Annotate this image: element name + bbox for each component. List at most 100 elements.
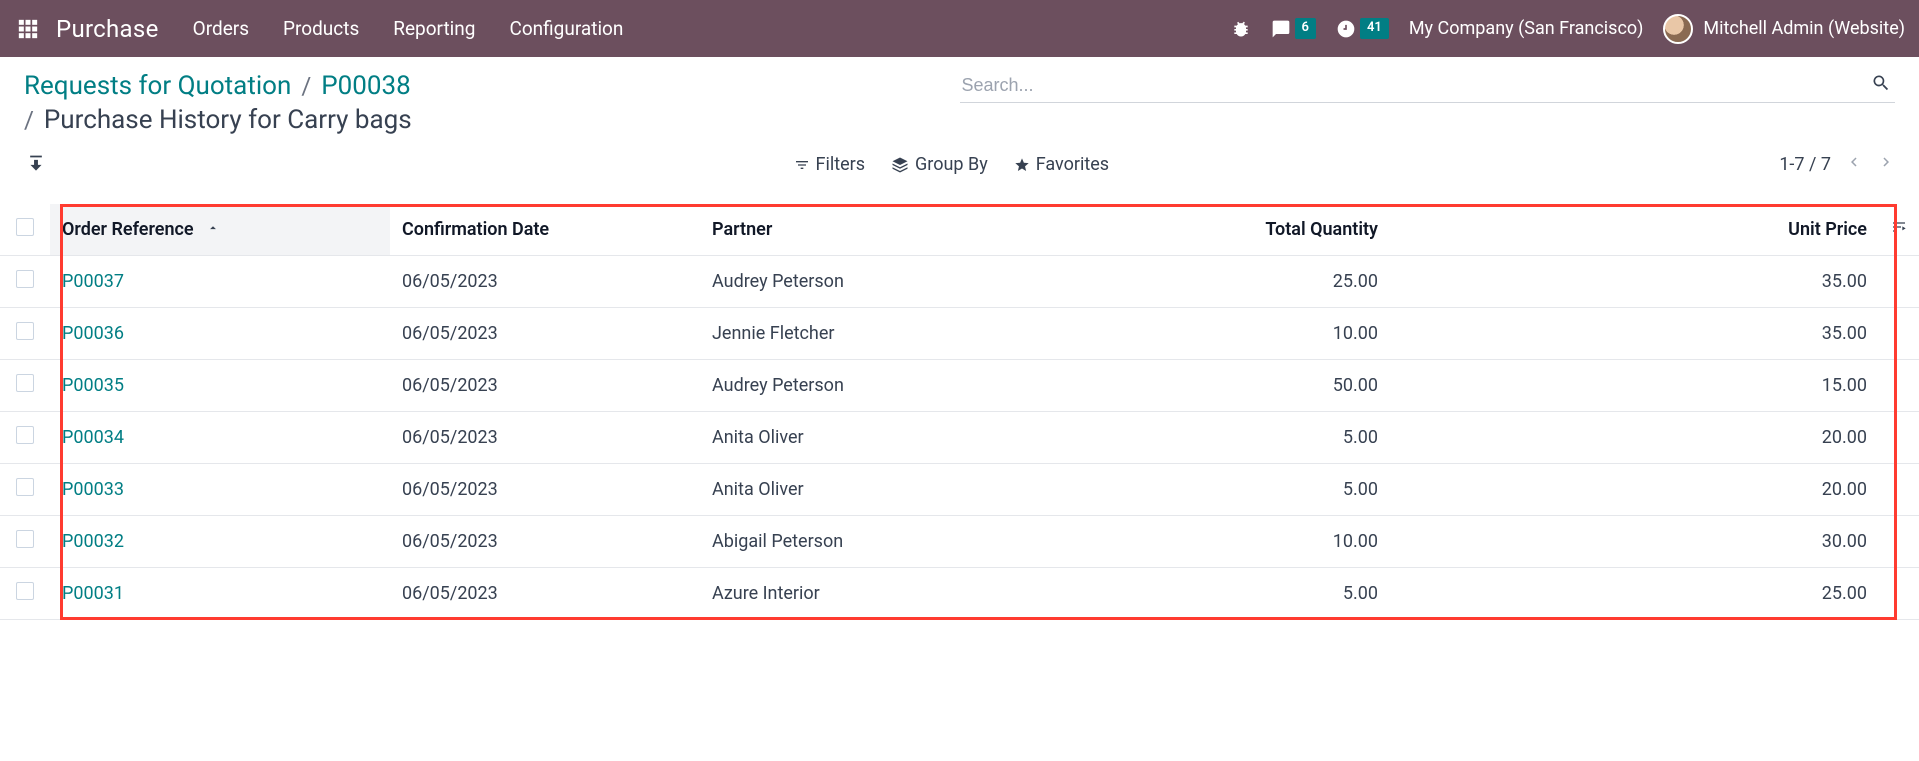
row-checkbox[interactable] [16, 322, 34, 340]
cell-unit-price: 35.00 [1390, 256, 1879, 308]
breadcrumb-po[interactable]: P00038 [321, 71, 410, 101]
favorites-label: Favorites [1036, 154, 1109, 175]
cell-partner: Jennie Fletcher [700, 308, 1140, 360]
order-ref-link[interactable]: P00036 [62, 323, 124, 344]
cell-total-qty: 5.00 [1140, 412, 1390, 464]
row-checkbox[interactable] [16, 374, 34, 392]
cell-total-qty: 5.00 [1140, 464, 1390, 516]
pager-prev-icon[interactable] [1845, 153, 1863, 176]
order-ref-link[interactable]: P00032 [62, 531, 124, 552]
cell-order-ref: P00032 [50, 516, 390, 568]
filters-button[interactable]: Filters [794, 154, 866, 175]
cell-total-qty: 10.00 [1140, 308, 1390, 360]
cell-partner: Anita Oliver [700, 412, 1140, 464]
messages-icon[interactable]: 6 [1271, 18, 1316, 38]
table-row[interactable]: P0003706/05/2023Audrey Peterson25.0035.0… [0, 256, 1919, 308]
favorites-button[interactable]: Favorites [1014, 154, 1109, 175]
cell-total-qty: 5.00 [1140, 568, 1390, 620]
row-checkbox-cell [0, 412, 50, 464]
cell-total-qty: 10.00 [1140, 516, 1390, 568]
pager: 1-7 / 7 [1779, 153, 1895, 176]
cell-total-qty: 50.00 [1140, 360, 1390, 412]
cell-unit-price: 30.00 [1390, 516, 1879, 568]
row-checkbox[interactable] [16, 478, 34, 496]
table-row[interactable]: P00036 06/05/2023Jennie Fletcher10.0035.0… [0, 308, 1919, 360]
row-checkbox[interactable] [16, 530, 34, 548]
control-panel: Requests for Quotation / P00038 / Purcha… [0, 57, 1919, 182]
topbar-right: 6 41 My Company (San Francisco) Mitchell… [1231, 14, 1905, 44]
breadcrumb-rfq[interactable]: Requests for Quotation [24, 71, 291, 101]
cell-blank [1879, 308, 1919, 360]
avatar [1663, 14, 1693, 44]
row-checkbox-cell [0, 568, 50, 620]
export-icon[interactable] [26, 154, 48, 176]
menu-reporting[interactable]: Reporting [393, 17, 475, 40]
order-ref-link[interactable]: P00037 [62, 271, 124, 292]
apps-icon[interactable] [14, 15, 42, 43]
activities-icon[interactable]: 41 [1336, 18, 1389, 38]
search-box [960, 71, 1896, 103]
header-checkbox-col [0, 204, 50, 256]
cell-blank [1879, 360, 1919, 412]
company-switcher[interactable]: My Company (San Francisco) [1409, 18, 1644, 39]
cell-confirm-date: 06/05/2023 [390, 256, 700, 308]
row-checkbox-cell [0, 516, 50, 568]
user-menu[interactable]: Mitchell Admin (Website) [1663, 14, 1905, 44]
header-total-qty[interactable]: Total Quantity [1140, 204, 1390, 256]
cell-confirm-date: 06/05/2023 [390, 568, 700, 620]
order-ref-link[interactable]: P00031 [62, 583, 124, 604]
cell-unit-price: 15.00 [1390, 360, 1879, 412]
row-checkbox[interactable] [16, 426, 34, 444]
cell-order-ref: P00035 [50, 360, 390, 412]
cell-unit-price: 25.00 [1390, 568, 1879, 620]
row-checkbox-cell [0, 360, 50, 412]
cell-blank [1879, 412, 1919, 464]
order-ref-link[interactable]: P00035 [62, 375, 124, 396]
search-input[interactable] [960, 71, 1896, 103]
table-row[interactable]: P0003106/05/2023Azure Interior5.0025.00 [0, 568, 1919, 620]
app-brand[interactable]: Purchase [56, 15, 159, 43]
table-row[interactable]: P0003306/05/2023Anita Oliver5.0020.00 [0, 464, 1919, 516]
row-checkbox[interactable] [16, 270, 34, 288]
cell-blank [1879, 256, 1919, 308]
row-checkbox-cell [0, 308, 50, 360]
cell-confirm-date: 06/05/2023 [390, 412, 700, 464]
table-row[interactable]: P0003506/05/2023Audrey Peterson50.0015.0… [0, 360, 1919, 412]
cell-order-ref: P00033 [50, 464, 390, 516]
row-checkbox[interactable] [16, 582, 34, 600]
menu-products[interactable]: Products [283, 17, 359, 40]
breadcrumb-sep2: / [24, 106, 34, 134]
cell-confirm-date: 06/05/2023 [390, 360, 700, 412]
order-ref-link[interactable]: P00034 [62, 427, 124, 448]
cell-unit-price: 35.00 [1390, 308, 1879, 360]
header-confirm-date[interactable]: Confirmation Date [390, 204, 700, 256]
cell-order-ref: P00031 [50, 568, 390, 620]
menu-configuration[interactable]: Configuration [509, 17, 623, 40]
cell-confirm-date: 06/05/2023 [390, 308, 700, 360]
groupby-button[interactable]: Group By [891, 154, 988, 175]
search-icon[interactable] [1871, 73, 1891, 97]
select-all-checkbox[interactable] [16, 218, 34, 236]
list-view: Order Reference Confirmation Date Partne… [0, 204, 1919, 620]
row-checkbox-cell [0, 256, 50, 308]
sort-asc-icon [206, 219, 220, 240]
header-order-ref[interactable]: Order Reference [50, 204, 390, 256]
cell-order-ref: P00037 [50, 256, 390, 308]
breadcrumb-sep: / [301, 72, 311, 100]
table-row[interactable]: P00034 06/05/2023Anita Oliver5.0020.00 [0, 412, 1919, 464]
breadcrumb: Requests for Quotation / P00038 / Purcha… [24, 71, 960, 135]
order-ref-link[interactable]: P00033 [62, 479, 124, 500]
filters-label: Filters [816, 154, 866, 175]
cell-unit-price: 20.00 [1390, 412, 1879, 464]
pager-next-icon[interactable] [1877, 153, 1895, 176]
activities-badge: 41 [1360, 18, 1389, 38]
debug-icon[interactable] [1231, 19, 1251, 39]
header-unit-price[interactable]: Unit Price [1390, 204, 1879, 256]
cell-order-ref: P00034 [50, 412, 390, 464]
header-columns-config[interactable] [1879, 204, 1919, 256]
menu-orders[interactable]: Orders [193, 17, 249, 40]
header-partner[interactable]: Partner [700, 204, 1140, 256]
top-navbar: Purchase Orders Products Reporting Confi… [0, 0, 1919, 57]
cell-blank [1879, 568, 1919, 620]
table-row[interactable]: P0003206/05/2023Abigail Peterson10.0030.… [0, 516, 1919, 568]
